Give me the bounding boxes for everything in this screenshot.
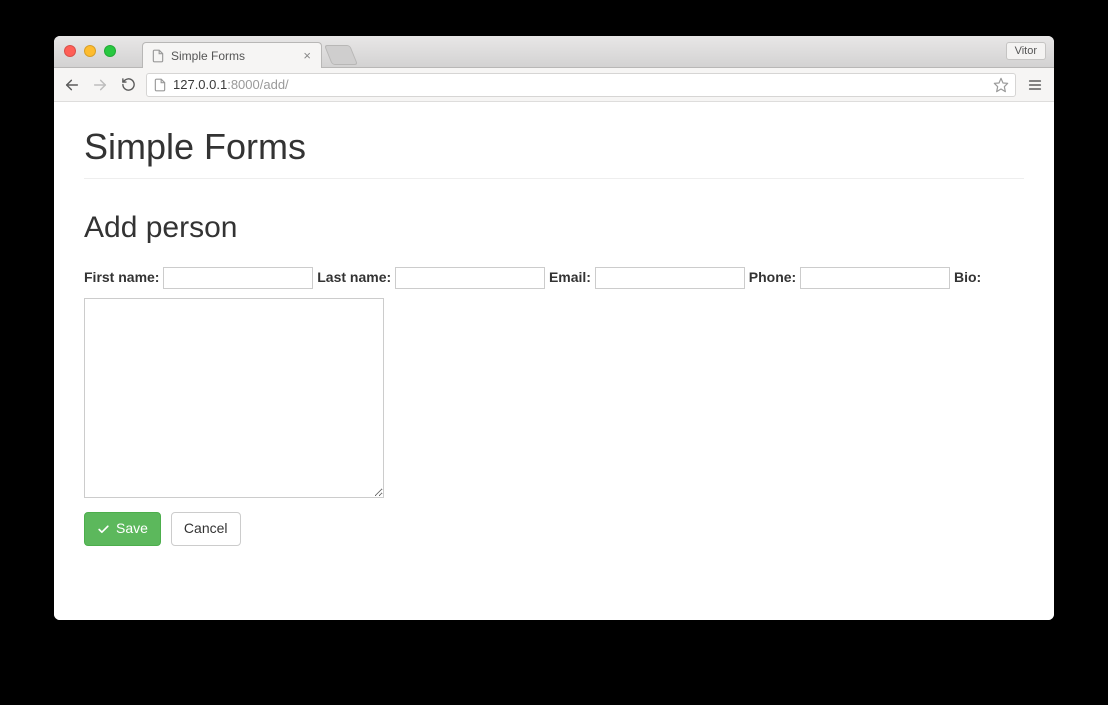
page-icon: [151, 49, 165, 63]
site-info-icon[interactable]: [153, 78, 167, 92]
new-tab-button[interactable]: [324, 45, 358, 65]
last-name-input[interactable]: [395, 267, 545, 289]
url-text: 127.0.0.1:8000/add/: [173, 77, 289, 92]
window-minimize-button[interactable]: [84, 45, 96, 57]
tab-title: Simple Forms: [171, 49, 245, 63]
forward-button[interactable]: [90, 75, 110, 95]
url-path: :8000/add/: [227, 77, 288, 92]
reload-button[interactable]: [118, 75, 138, 95]
browser-menu-button[interactable]: [1024, 77, 1046, 93]
check-icon: [97, 523, 110, 536]
cancel-button-label: Cancel: [184, 519, 228, 539]
form-actions: Save Cancel: [84, 512, 1024, 546]
browser-tab[interactable]: Simple Forms ×: [142, 42, 322, 68]
cancel-button[interactable]: Cancel: [171, 512, 241, 546]
back-button[interactable]: [62, 75, 82, 95]
browser-window: Simple Forms × Vitor: [54, 36, 1054, 620]
titlebar: Simple Forms × Vitor: [54, 36, 1054, 68]
bio-label: Bio:: [954, 269, 981, 285]
email-label: Email:: [549, 269, 591, 285]
section-title: Add person: [84, 211, 1024, 245]
window-zoom-button[interactable]: [104, 45, 116, 57]
person-form: First name: Last name: Email: Phone: Bio…: [84, 263, 1024, 498]
tab-strip: Simple Forms ×: [142, 36, 354, 67]
first-name-label: First name:: [84, 269, 159, 285]
bio-textarea[interactable]: [84, 298, 384, 498]
close-tab-icon[interactable]: ×: [301, 49, 313, 62]
phone-input[interactable]: [800, 267, 950, 289]
last-name-label: Last name:: [317, 269, 391, 285]
url-host: 127.0.0.1: [173, 77, 227, 92]
page-title: Simple Forms: [84, 126, 1024, 179]
email-input[interactable]: [595, 267, 745, 289]
window-close-button[interactable]: [64, 45, 76, 57]
phone-label: Phone:: [749, 269, 796, 285]
address-bar[interactable]: 127.0.0.1:8000/add/: [146, 73, 1016, 97]
bookmark-star-icon[interactable]: [993, 77, 1009, 93]
first-name-input[interactable]: [163, 267, 313, 289]
window-controls: [64, 45, 116, 57]
save-button-label: Save: [116, 519, 148, 539]
profile-badge[interactable]: Vitor: [1006, 42, 1046, 60]
save-button[interactable]: Save: [84, 512, 161, 546]
browser-toolbar: 127.0.0.1:8000/add/: [54, 68, 1054, 102]
page-viewport: Simple Forms Add person First name: Last…: [54, 102, 1054, 620]
